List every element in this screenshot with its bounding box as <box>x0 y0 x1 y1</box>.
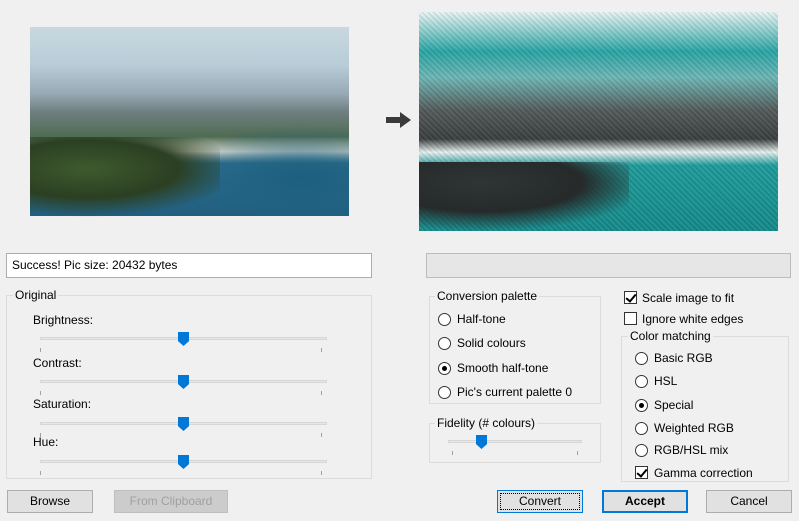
radio-weighted-rgb[interactable] <box>635 422 648 435</box>
ignore-white-label: Ignore white edges <box>642 312 744 326</box>
radio-smooth-half-tone[interactable] <box>438 362 451 375</box>
hue-label: Hue: <box>33 435 59 449</box>
color-option-label: Basic RGB <box>654 351 713 365</box>
fidelity-tick-min <box>452 451 453 455</box>
brightness-tick-max <box>321 348 322 352</box>
color-matching-title: Color matching <box>628 329 713 343</box>
from-clipboard-button[interactable]: From Clipboard <box>114 490 228 513</box>
original-image-preview <box>30 27 349 217</box>
palette-option-half-tone[interactable]: Half-tone <box>438 312 598 328</box>
contrast-label: Contrast: <box>33 356 82 370</box>
fidelity-title: Fidelity (# colours) <box>435 416 538 430</box>
scale-image-label: Scale image to fit <box>642 291 735 305</box>
radio-current-palette[interactable] <box>438 386 451 399</box>
color-option-hsl[interactable]: HSL <box>635 374 785 390</box>
hue-tick-min <box>40 471 41 475</box>
original-group-title: Original <box>13 288 59 302</box>
conversion-palette-title: Conversion palette <box>435 289 540 303</box>
radio-hsl[interactable] <box>635 375 648 388</box>
progress-bar <box>426 253 791 278</box>
color-option-rgb-hsl-mix[interactable]: RGB/HSL mix <box>635 443 785 459</box>
gamma-correction-checkbox[interactable] <box>635 466 648 479</box>
palette-option-current-palette[interactable]: Pic's current palette 0 <box>438 385 598 401</box>
color-option-label: HSL <box>654 374 678 388</box>
color-option-weighted-rgb[interactable]: Weighted RGB <box>635 421 785 437</box>
radio-basic-rgb[interactable] <box>635 352 648 365</box>
radio-solid-colours[interactable] <box>438 337 451 350</box>
scale-image-checkbox[interactable] <box>624 291 637 304</box>
gamma-correction-label: Gamma correction <box>654 466 753 480</box>
palette-option-smooth-half-tone[interactable]: Smooth half-tone <box>438 361 598 377</box>
color-option-label: RGB/HSL mix <box>654 443 729 457</box>
ignore-white-checkbox[interactable] <box>624 312 637 325</box>
fidelity-slider[interactable] <box>448 440 582 443</box>
gamma-correction-option[interactable]: Gamma correction <box>635 466 785 482</box>
fidelity-tick-max <box>577 451 578 455</box>
palette-option-label: Solid colours <box>457 336 526 350</box>
palette-option-label: Smooth half-tone <box>457 361 549 375</box>
arrow-right-icon <box>386 112 411 128</box>
brightness-tick-min <box>40 348 41 352</box>
saturation-tick-max <box>321 433 322 437</box>
contrast-tick-min <box>40 391 41 395</box>
color-option-basic-rgb[interactable]: Basic RGB <box>635 351 785 367</box>
accept-button[interactable]: Accept <box>602 490 688 513</box>
palette-option-solid-colours[interactable]: Solid colours <box>438 336 598 352</box>
status-message: Success! Pic size: 20432 bytes <box>6 253 372 278</box>
hue-tick-max <box>321 471 322 475</box>
brightness-label: Brightness: <box>33 313 94 327</box>
scale-image-option[interactable]: Scale image to fit <box>624 291 784 307</box>
color-option-special[interactable]: Special <box>635 398 785 414</box>
palette-option-label: Pic's current palette 0 <box>457 385 573 399</box>
cancel-button[interactable]: Cancel <box>706 490 792 513</box>
color-option-label: Special <box>654 398 694 412</box>
radio-half-tone[interactable] <box>438 313 451 326</box>
browse-button[interactable]: Browse <box>7 490 93 513</box>
radio-rgb-hsl-mix[interactable] <box>635 444 648 457</box>
converted-image-preview <box>419 12 778 231</box>
color-option-label: Weighted RGB <box>654 421 734 435</box>
ignore-white-option[interactable]: Ignore white edges <box>624 312 784 328</box>
radio-special[interactable] <box>635 399 648 412</box>
contrast-tick-max <box>321 391 322 395</box>
saturation-label: Saturation: <box>33 397 92 411</box>
palette-option-label: Half-tone <box>457 312 506 326</box>
convert-button[interactable]: Convert <box>497 490 583 513</box>
